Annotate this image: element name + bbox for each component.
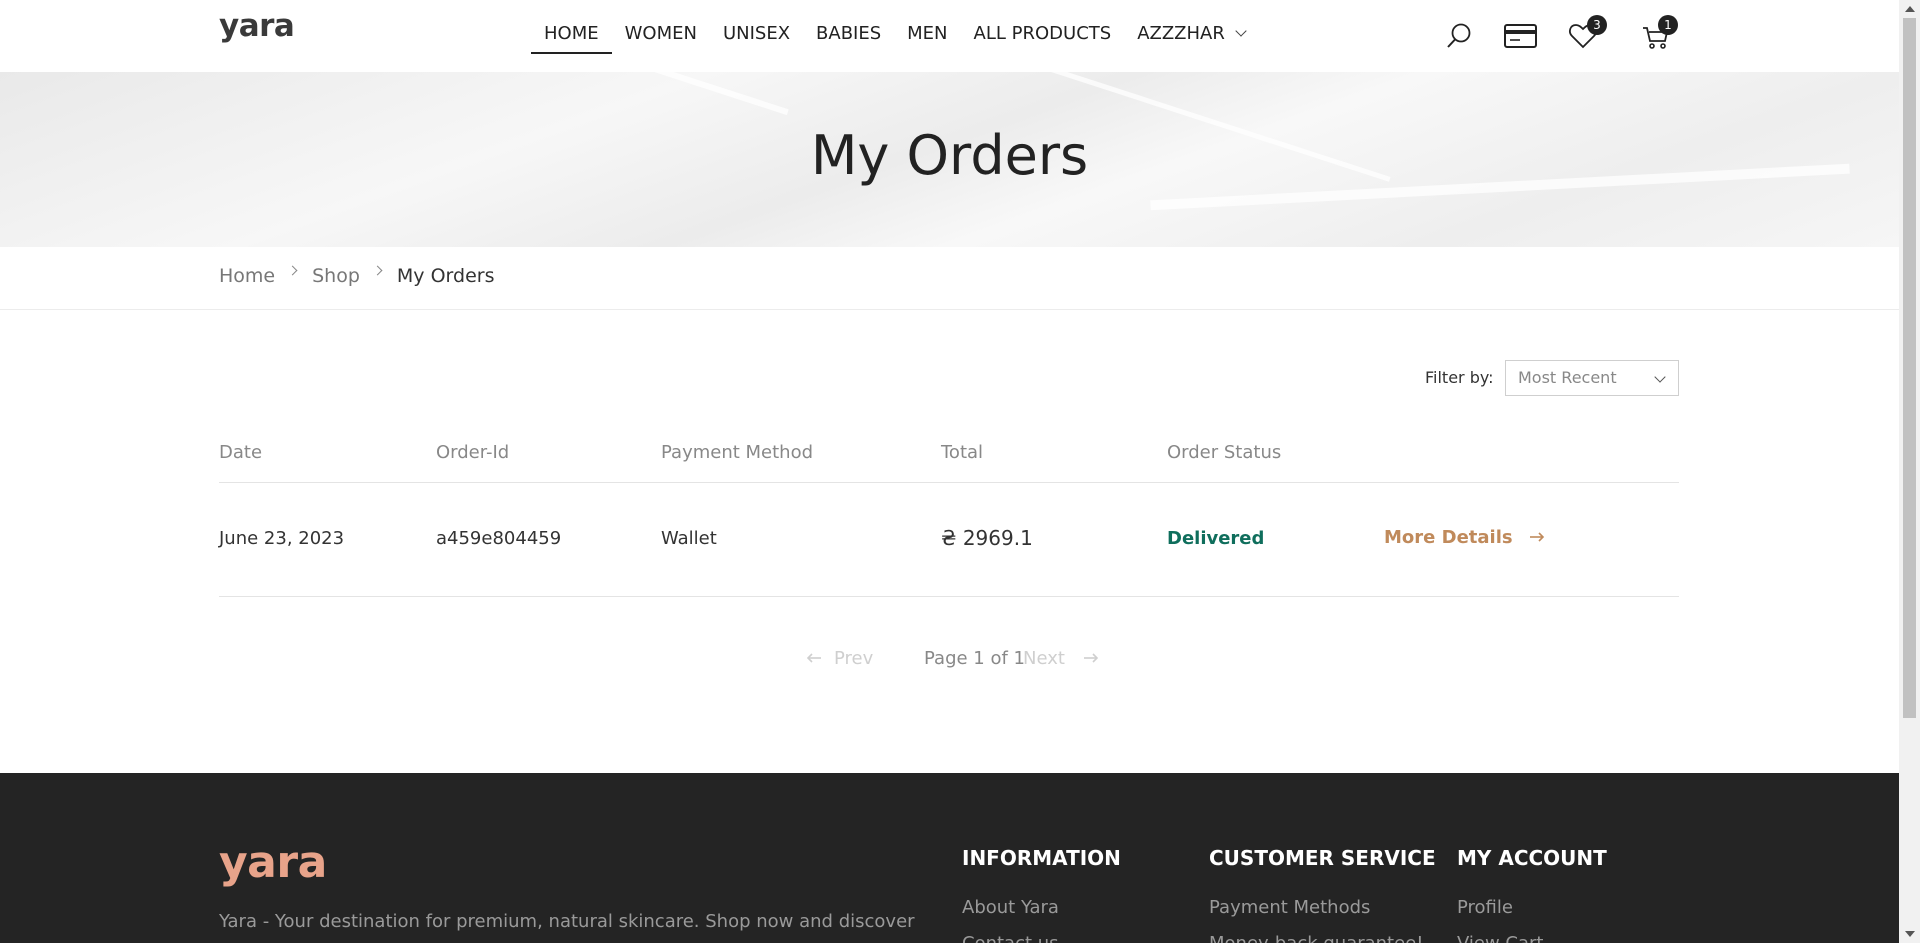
column-header-date: Date bbox=[219, 442, 263, 463]
sort-filter-select[interactable]: Most Recent bbox=[1505, 360, 1679, 396]
order-id: a459e804459 bbox=[436, 528, 562, 549]
site-footer: yara Yara - Your destination for premium… bbox=[0, 773, 1899, 943]
pagination-prev[interactable]: Prev bbox=[806, 648, 873, 669]
footer-heading-information: INFORMATION bbox=[962, 846, 1121, 870]
column-header-payment: Payment Method bbox=[661, 442, 814, 463]
arrow-right-icon bbox=[1083, 648, 1099, 669]
breadcrumb-home[interactable]: Home bbox=[219, 265, 275, 287]
table-row-divider bbox=[219, 596, 1679, 597]
footer-link-contact[interactable]: Contact us bbox=[962, 933, 1059, 943]
nav-all-products[interactable]: ALL PRODUCTS bbox=[961, 0, 1125, 54]
page-scrollbar[interactable] bbox=[1899, 0, 1920, 943]
chevron-down-icon bbox=[1235, 25, 1247, 37]
column-header-order-id: Order-Id bbox=[436, 442, 510, 463]
footer-description: Yara - Your destination for premium, nat… bbox=[219, 911, 915, 932]
wallet-card-icon[interactable] bbox=[1503, 20, 1539, 52]
chevron-down-icon bbox=[1654, 371, 1666, 383]
pagination-info: Page 1 of 1 bbox=[924, 648, 1025, 669]
breadcrumb-shop[interactable]: Shop bbox=[312, 265, 360, 287]
scroll-down-arrow-icon[interactable] bbox=[1905, 931, 1915, 937]
banner-streak bbox=[311, 72, 789, 116]
nav-men[interactable]: MEN bbox=[894, 0, 960, 54]
table-header-divider bbox=[219, 482, 1679, 483]
site-header: yara HOME WOMEN UNISEX BABIES MEN ALL PR… bbox=[0, 0, 1899, 72]
wishlist-count-badge: 3 bbox=[1587, 15, 1607, 35]
footer-link-view-cart[interactable]: View Cart bbox=[1457, 933, 1544, 943]
footer-logo[interactable]: yara bbox=[219, 837, 327, 888]
column-header-total: Total bbox=[941, 442, 984, 463]
footer-heading-my-account: MY ACCOUNT bbox=[1457, 846, 1607, 870]
column-header-status: Order Status bbox=[1167, 442, 1282, 463]
page-banner: My Orders bbox=[0, 72, 1899, 247]
nav-user-label: AZZZHAR bbox=[1137, 23, 1225, 44]
more-details-label: More Details bbox=[1384, 527, 1513, 548]
main-nav: HOME WOMEN UNISEX BABIES MEN ALL PRODUCT… bbox=[531, 0, 1258, 54]
breadcrumb-divider bbox=[0, 309, 1899, 310]
nav-user-menu[interactable]: AZZZHAR bbox=[1124, 0, 1258, 54]
search-icon[interactable] bbox=[1443, 20, 1475, 52]
sort-filter-value: Most Recent bbox=[1518, 368, 1617, 387]
order-total: ₴ 2969.1 bbox=[941, 526, 1033, 550]
footer-link-about[interactable]: About Yara bbox=[962, 897, 1059, 918]
chevron-right-icon bbox=[372, 265, 383, 275]
nav-home[interactable]: HOME bbox=[531, 0, 612, 54]
pagination-prev-label: Prev bbox=[834, 648, 874, 669]
page-title: My Orders bbox=[810, 124, 1089, 187]
nav-babies[interactable]: BABIES bbox=[803, 0, 894, 54]
order-date: June 23, 2023 bbox=[219, 528, 345, 549]
order-payment-method: Wallet bbox=[661, 528, 717, 549]
pagination-next[interactable]: Next bbox=[1023, 648, 1099, 669]
arrow-left-icon bbox=[806, 648, 822, 669]
chevron-right-icon bbox=[287, 265, 298, 275]
scrollbar-thumb[interactable] bbox=[1903, 18, 1916, 718]
footer-link-profile[interactable]: Profile bbox=[1457, 897, 1513, 918]
footer-link-payment-methods[interactable]: Payment Methods bbox=[1209, 897, 1370, 918]
nav-unisex[interactable]: UNISEX bbox=[710, 0, 803, 54]
footer-heading-customer-service: CUSTOMER SERVICE bbox=[1209, 846, 1436, 870]
pagination-next-label: Next bbox=[1023, 648, 1065, 669]
order-status-badge: Delivered bbox=[1167, 528, 1265, 549]
cart-count-badge: 1 bbox=[1658, 15, 1678, 35]
site-logo[interactable]: yara bbox=[219, 8, 295, 44]
scroll-up-arrow-icon[interactable] bbox=[1905, 6, 1915, 12]
breadcrumb: Home Shop My Orders bbox=[219, 265, 494, 287]
filter-label: Filter by: bbox=[1425, 368, 1494, 387]
footer-link-money-back[interactable]: Money-back guarantee! bbox=[1209, 933, 1423, 943]
more-details-link[interactable]: More Details bbox=[1384, 527, 1545, 548]
nav-women[interactable]: WOMEN bbox=[612, 0, 710, 54]
arrow-right-icon bbox=[1529, 527, 1545, 548]
breadcrumb-current: My Orders bbox=[396, 265, 495, 287]
page: yara HOME WOMEN UNISEX BABIES MEN ALL PR… bbox=[0, 0, 1899, 943]
